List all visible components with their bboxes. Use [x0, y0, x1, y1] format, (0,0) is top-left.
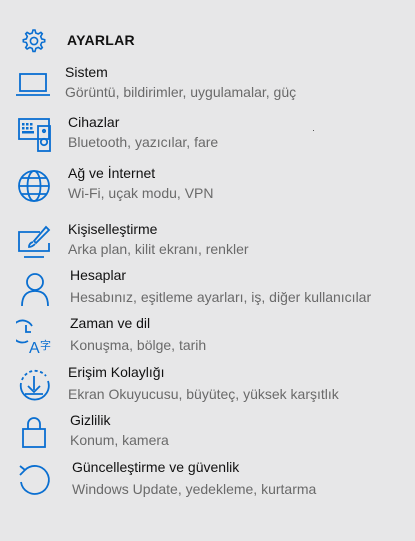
- globe-icon: [16, 167, 52, 203]
- person-icon: [16, 271, 52, 307]
- settings-item-description: Windows Update, yedekleme, kurtarma: [72, 481, 317, 497]
- settings-item-name: Kişiselleştirme: [68, 221, 158, 237]
- settings-item-name: Güncelleştirme ve güvenlik: [72, 459, 240, 475]
- settings-item-name: Erişim Kolaylığı: [68, 364, 165, 380]
- settings-item-name: Gizlilik: [70, 412, 111, 428]
- personalization-icon: [16, 223, 52, 259]
- settings-item-name: Hesaplar: [70, 267, 127, 283]
- settings-item-name: Ağ ve İnternet: [68, 165, 156, 181]
- settings-item-name: Zaman ve dil: [70, 315, 151, 331]
- settings-item-ag-ve-internet[interactable]: Ağ ve İnternet Wi-Fi, uçak modu, VPN: [0, 163, 415, 207]
- update-icon: [16, 461, 52, 497]
- lock-icon: [16, 413, 52, 449]
- settings-header: AYARLAR: [0, 22, 415, 60]
- devices-icon: [16, 116, 52, 152]
- settings-item-cihazlar[interactable]: Cihazlar Bluetooth, yazıcılar, fare: [0, 112, 415, 156]
- settings-item-description: Bluetooth, yazıcılar, fare: [68, 134, 219, 150]
- settings-item-guncellestirme-ve-guvenlik[interactable]: Güncelleştirme ve güvenlik Windows Updat…: [0, 457, 415, 501]
- settings-item-description: Ekran Okuyucusu, büyüteç, yüksek karşıtl…: [68, 386, 339, 402]
- settings-item-description: Görüntü, bildirimler, uygulamalar, güç: [65, 84, 297, 100]
- settings-item-description: Konum, kamera: [70, 432, 169, 448]
- settings-item-erisim-kolayligi[interactable]: Erişim Kolaylığı Ekran Okuyucusu, büyüte…: [0, 362, 415, 406]
- gear-icon: [19, 27, 47, 55]
- settings-item-description: Arka plan, kilit ekranı, renkler: [68, 241, 249, 257]
- settings-item-sistem[interactable]: Sistem Görüntü, bildirimler, uygulamalar…: [0, 62, 415, 106]
- ease-of-access-icon: [16, 366, 52, 402]
- time-language-icon: A 字: [16, 319, 52, 355]
- settings-item-description: Hesabınız, eşitleme ayarları, iş, diğer …: [70, 289, 372, 305]
- stray-pixel: [313, 130, 314, 131]
- svg-text:A: A: [29, 340, 40, 355]
- svg-text:字: 字: [40, 338, 51, 352]
- settings-item-gizlilik[interactable]: Gizlilik Konum, kamera: [0, 409, 415, 453]
- settings-item-description: Wi-Fi, uçak modu, VPN: [68, 185, 214, 201]
- settings-item-name: Sistem: [65, 64, 108, 80]
- settings-item-kisisellestirme[interactable]: Kişiselleştirme Arka plan, kilit ekranı,…: [0, 219, 415, 263]
- laptop-icon: [15, 66, 51, 102]
- settings-item-description: Konuşma, bölge, tarih: [70, 337, 207, 353]
- settings-item-hesaplar[interactable]: Hesaplar Hesabınız, eşitleme ayarları, i…: [0, 267, 415, 311]
- settings-item-name: Cihazlar: [68, 114, 120, 130]
- settings-item-zaman-ve-dil[interactable]: A 字 Zaman ve dil Konuşma, bölge, tarih: [0, 315, 415, 359]
- page-title: AYARLAR: [67, 32, 135, 48]
